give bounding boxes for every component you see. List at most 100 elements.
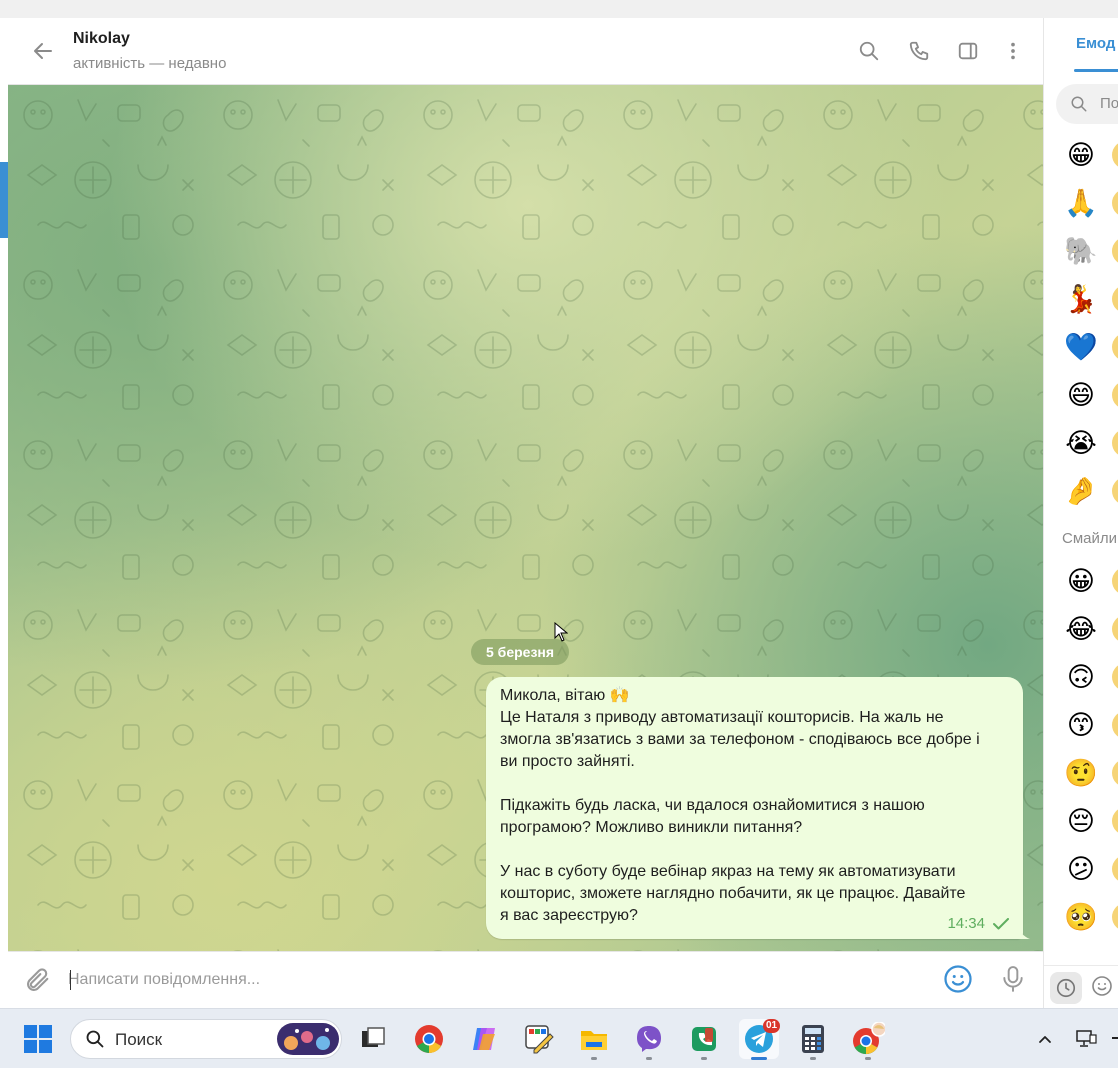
message-line: я вас зареєструю? — [500, 907, 638, 924]
calculator-taskbar-button[interactable] — [793, 1019, 833, 1059]
emoji-item[interactable]: 🙏 — [1064, 186, 1098, 220]
emoji-item-partial[interactable] — [1112, 237, 1118, 265]
emoji-item[interactable]: 😂 — [1064, 612, 1098, 646]
emoji-item-partial[interactable] — [1112, 663, 1118, 691]
peer-status: активність — недавно — [73, 55, 227, 72]
emoji-item[interactable]: 😁 — [1064, 138, 1098, 172]
tab-emoji[interactable]: Емод — [1076, 35, 1115, 52]
task-view-button[interactable] — [353, 1019, 393, 1059]
copilot-taskbar-button[interactable] — [464, 1019, 504, 1059]
emoji-item-partial[interactable] — [1112, 333, 1118, 361]
running-indicator — [646, 1057, 652, 1060]
attach-button[interactable] — [24, 966, 52, 994]
emoji-item-partial[interactable] — [1112, 141, 1118, 169]
windows-start-icon — [24, 1025, 52, 1053]
emoji-section-title: Смайли — [1062, 530, 1117, 547]
active-app-indicator — [751, 1057, 767, 1060]
message-line: програмою? Можливо виникли питання? — [500, 819, 803, 836]
emoji-item[interactable]: 🤌 — [1064, 474, 1098, 508]
emoji-item-partial[interactable] — [1112, 855, 1118, 883]
smiley-icon — [944, 965, 972, 993]
emoji-panel: Емод По 😁 🙏 🐘 💃 💙 😄 😭 🤌 Смайли 😀 😂 🙃 😙 🤨 😔 😕 🥺 — [1043, 18, 1118, 1008]
show-hidden-icons-button[interactable] — [1027, 1019, 1063, 1059]
emoji-item-partial[interactable] — [1112, 381, 1118, 409]
text-caret — [70, 970, 71, 990]
emoji-item[interactable]: 😙 — [1064, 708, 1098, 742]
peer-name[interactable]: Nikolay — [73, 30, 130, 48]
emoji-item-partial[interactable] — [1112, 477, 1118, 505]
file-explorer-taskbar-button[interactable] — [574, 1019, 614, 1059]
emoji-item[interactable]: 😀 — [1064, 564, 1098, 598]
task-view-icon — [362, 1027, 385, 1047]
chrome-profile-taskbar-button[interactable] — [848, 1019, 888, 1059]
smileys-category-tab[interactable] — [1090, 974, 1118, 1002]
emoji-item-partial[interactable] — [1112, 807, 1118, 835]
window-top-strip — [0, 0, 1118, 18]
telegram-taskbar-button[interactable]: 01 — [739, 1019, 781, 1059]
emoji-item[interactable]: 💃 — [1064, 282, 1098, 316]
emoji-button[interactable] — [943, 964, 973, 994]
search-icon — [1071, 96, 1087, 112]
date-separator-badge: 5 березня — [471, 639, 570, 665]
message-time: 14:34 — [947, 915, 985, 932]
emoji-item-partial[interactable] — [1112, 711, 1118, 739]
more-menu-button[interactable] — [1000, 38, 1026, 64]
running-indicator — [591, 1057, 597, 1060]
phone-link-taskbar-button[interactable] — [684, 1019, 724, 1059]
emoji-item[interactable]: 🙃 — [1064, 660, 1098, 694]
emoji-item-partial[interactable] — [1112, 759, 1118, 787]
running-indicator — [810, 1057, 816, 1060]
emoji-search-placeholder: По — [1100, 95, 1118, 112]
voice-message-button[interactable] — [1000, 964, 1028, 994]
clock-icon — [1056, 978, 1076, 998]
recent-emoji-tab[interactable] — [1050, 972, 1082, 1004]
outgoing-message-bubble[interactable]: Микола, вітаю 🙌 Це Наталя з приводу авто… — [486, 677, 1023, 939]
taskbar-search-box[interactable]: Поиск — [70, 1019, 342, 1059]
taskbar-search-label: Поиск — [115, 1030, 163, 1049]
arrow-left-icon — [34, 43, 52, 59]
chat-messages-area[interactable]: 5 березня Микола, вітаю 🙌 Це Наталя з пр… — [8, 85, 1043, 951]
emoji-search-field[interactable]: По — [1056, 84, 1118, 124]
running-indicator — [701, 1057, 707, 1060]
emoji-item[interactable]: 💙 — [1064, 330, 1098, 364]
viber-icon — [637, 1026, 661, 1052]
file-explorer-icon — [581, 1031, 607, 1050]
viber-taskbar-button[interactable] — [629, 1019, 669, 1059]
message-meta: 14:34 — [947, 915, 1009, 932]
calculator-icon — [802, 1025, 824, 1053]
emoji-item-partial[interactable] — [1112, 615, 1118, 643]
message-line: Це Наталя з приводу автоматизації коштор… — [500, 709, 944, 726]
emoji-item[interactable]: 😄 — [1064, 378, 1098, 412]
back-button[interactable] — [28, 36, 58, 66]
bubble-tail — [1016, 923, 1030, 939]
network-tray-button[interactable] — [1068, 1019, 1104, 1059]
running-indicator — [865, 1057, 871, 1060]
sidebar-toggle-button[interactable] — [955, 38, 981, 64]
emoji-item-partial[interactable] — [1112, 429, 1118, 457]
call-button[interactable] — [906, 38, 932, 64]
emoji-item-partial[interactable] — [1112, 285, 1118, 313]
start-button[interactable] — [18, 1019, 58, 1059]
mouse-cursor-icon — [554, 622, 568, 642]
chevron-up-icon — [1039, 1036, 1051, 1043]
microphone-icon — [1003, 966, 1023, 992]
chrome-taskbar-button[interactable] — [409, 1019, 449, 1059]
emoji-item[interactable]: 😕 — [1064, 852, 1098, 886]
search-button[interactable] — [856, 38, 882, 64]
emoji-item[interactable]: 🤨 — [1064, 756, 1098, 790]
paint-taskbar-button[interactable] — [519, 1019, 559, 1059]
message-input[interactable] — [68, 966, 918, 994]
network-icon — [1076, 1030, 1097, 1047]
emoji-item-partial[interactable] — [1112, 903, 1118, 931]
emoji-item-partial[interactable] — [1112, 189, 1118, 217]
message-line: кошторис, зможете наглядно побачити, як … — [500, 885, 966, 902]
emoji-item[interactable]: 😭 — [1064, 426, 1098, 460]
emoji-item[interactable]: 🥺 — [1064, 900, 1098, 934]
paperclip-icon — [27, 968, 49, 991]
emoji-panel-footer — [1044, 965, 1118, 1008]
emoji-item[interactable]: 🐘 — [1064, 234, 1098, 268]
emoji-item-partial[interactable] — [1112, 567, 1118, 595]
selected-chat-indicator — [0, 162, 8, 238]
emoji-item[interactable]: 😔 — [1064, 804, 1098, 838]
